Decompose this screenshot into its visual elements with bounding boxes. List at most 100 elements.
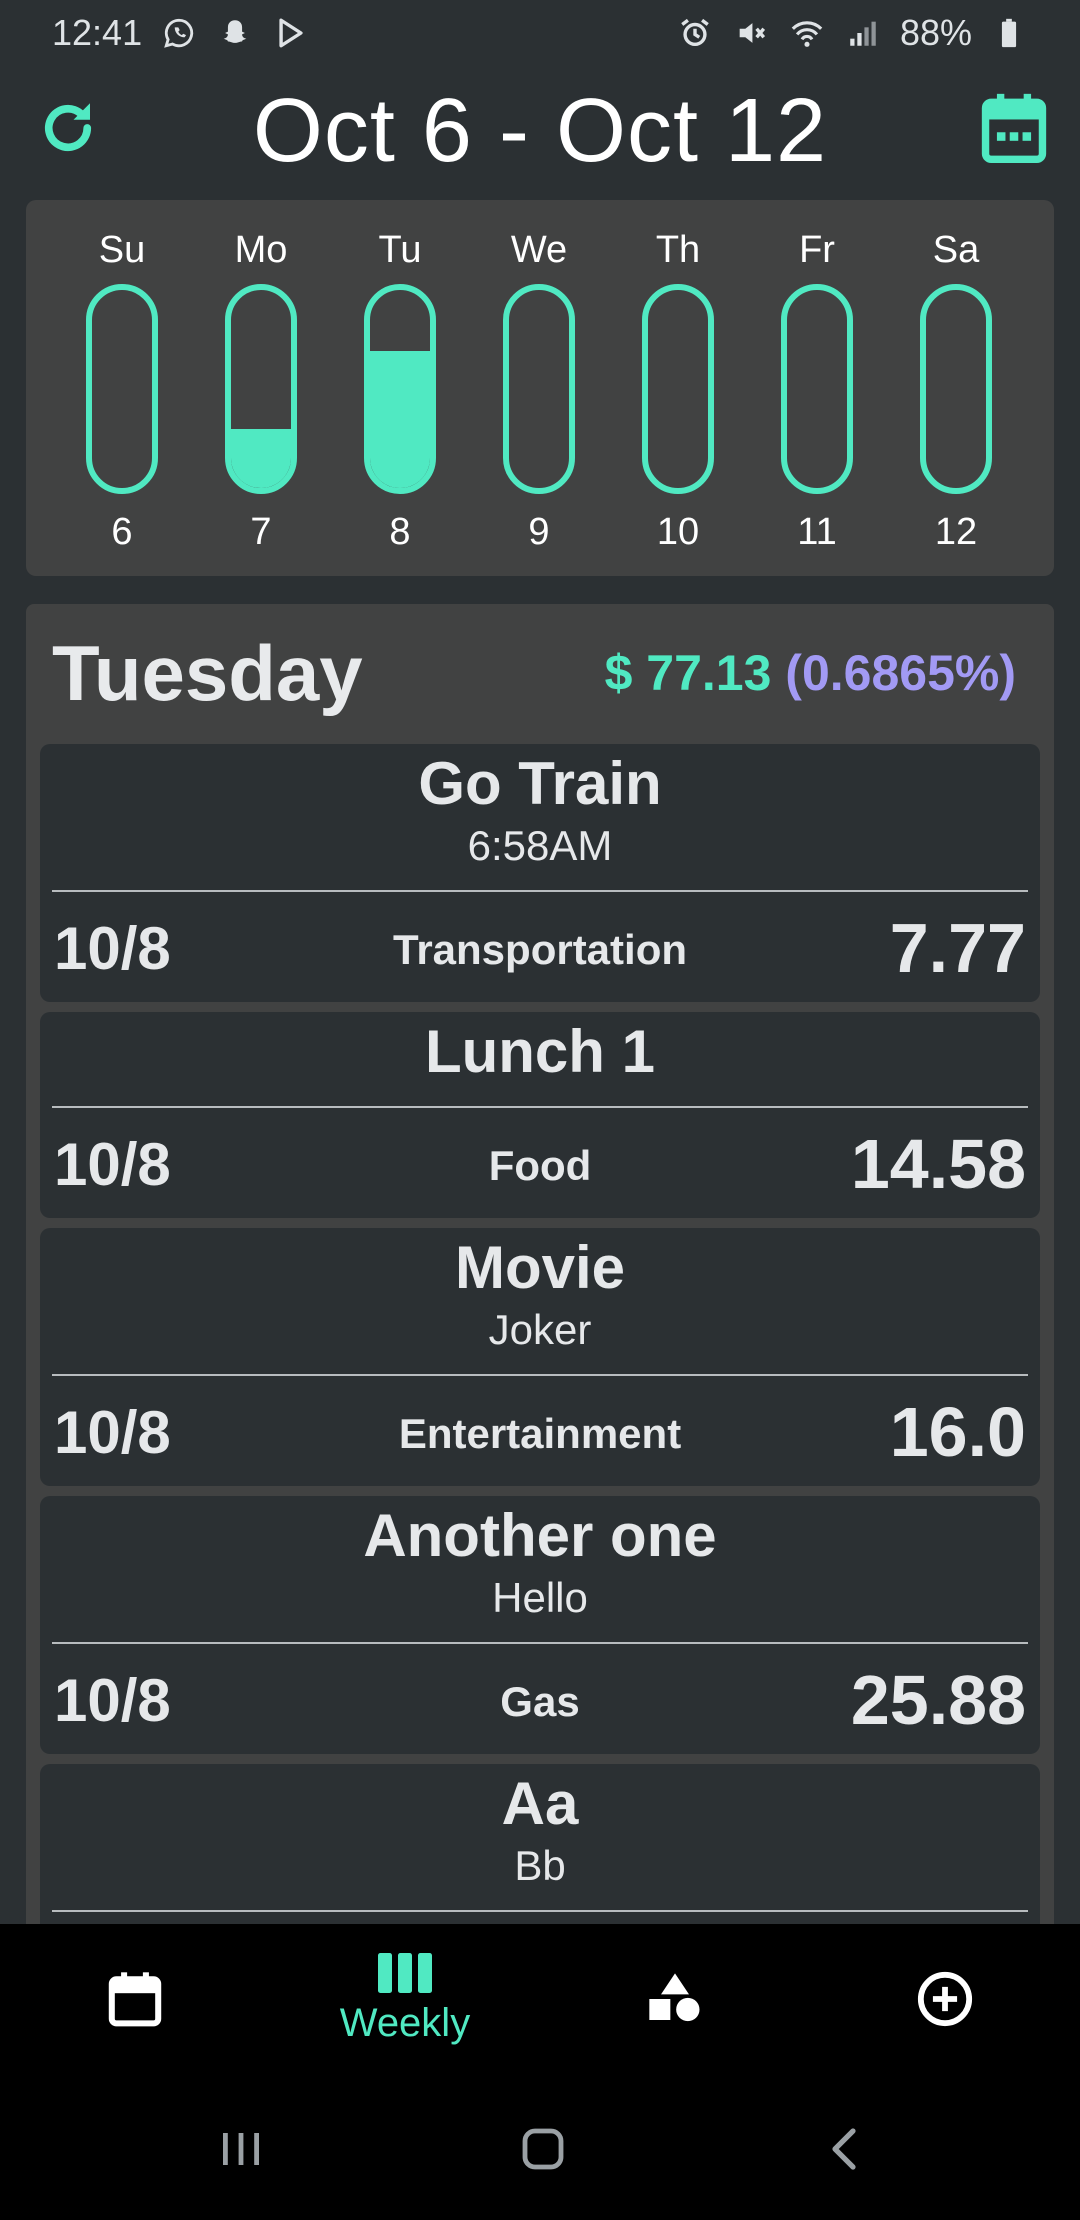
expense-item-header: Another one Hello — [40, 1496, 1040, 1624]
day-name: We — [510, 229, 568, 271]
day-total: $ 77.13 (0.6865%) — [605, 644, 1016, 702]
status-bar-right: 88% — [676, 12, 1028, 54]
battery-icon — [990, 14, 1028, 52]
alarm-icon — [676, 14, 714, 52]
screen: 12:41 88% Oct 6 - Oct 12 Su 6 Mo 7 Tu 8 … — [0, 0, 1080, 2220]
day-spend-pill — [503, 284, 575, 494]
expense-note: Joker — [488, 1306, 592, 1353]
day-number: 11 — [797, 511, 837, 553]
shapes-icon — [649, 1973, 700, 2022]
expense-amount: 14.58 — [850, 1125, 1026, 1203]
status-time: 12:41 — [52, 12, 143, 53]
expense-item[interactable]: Lunch 1 10/8 Food 14.58 — [40, 1012, 1040, 1218]
expense-item-footer: 10/8 Gas 25.88 — [40, 1644, 1040, 1754]
day-spend-pill — [642, 284, 714, 494]
day-spend-fill — [231, 428, 291, 488]
day-total-percent: (0.6865%) — [785, 645, 1016, 701]
expense-item-header: Aa Bb — [40, 1764, 1040, 1892]
day-name: Sa — [932, 229, 980, 271]
expense-amount: 7.77 — [889, 909, 1026, 987]
expense-item[interactable]: Aa Bb — [40, 1764, 1040, 1924]
status-bar-left: 12:41 — [52, 12, 310, 54]
expense-name: Another one — [363, 1502, 717, 1569]
home-button[interactable] — [498, 2114, 588, 2184]
day-column-we[interactable]: We 9 — [479, 226, 599, 556]
day-spend-pill — [920, 284, 992, 494]
day-name: Mo — [234, 229, 288, 271]
recent-apps-icon — [223, 2133, 259, 2165]
day-column-fr[interactable]: Fr 11 — [757, 226, 877, 556]
day-number: 7 — [250, 511, 272, 553]
day-name: Tu — [378, 229, 422, 271]
day-spend-pill — [364, 284, 436, 494]
day-spend-pill — [781, 284, 853, 494]
day-name: Th — [655, 229, 701, 271]
week-strip: Su 6 Mo 7 Tu 8 We 9 Th 10 Fr 11 Sa 12 — [26, 200, 1054, 576]
home-icon — [522, 2128, 564, 2170]
day-number: 9 — [528, 511, 550, 553]
battery-percent: 88% — [899, 12, 972, 53]
expense-item-header: Lunch 1 — [40, 1012, 1040, 1088]
refresh-button[interactable] — [30, 90, 106, 166]
add-circle-icon — [917, 1971, 973, 2027]
nav-item-weekly[interactable]: Weekly — [270, 1924, 540, 2074]
day-name: Fr — [799, 229, 835, 271]
day-title: Tuesday — [52, 629, 363, 717]
bottom-nav: Weekly — [0, 1924, 1080, 2074]
expense-item-footer — [40, 1912, 1040, 1924]
signal-icon — [844, 14, 882, 52]
day-column-tu[interactable]: Tu 8 — [340, 226, 460, 556]
header: Oct 6 - Oct 12 — [0, 70, 1080, 190]
calendar-button[interactable] — [976, 88, 1052, 168]
day-column-mo[interactable]: Mo 7 — [201, 226, 321, 556]
day-total-amount: $ 77.13 — [604, 645, 772, 701]
back-button[interactable] — [800, 2114, 890, 2184]
expense-note: Hello — [492, 1574, 588, 1621]
weekly-bars-icon — [378, 1952, 432, 1993]
nav-item-add[interactable] — [810, 1924, 1080, 2074]
day-column-sa[interactable]: Sa 12 — [896, 226, 1016, 556]
nav-item-calendar[interactable] — [0, 1924, 270, 2074]
expense-item[interactable]: Go Train 6:58AM 10/8 Transportation 7.77 — [40, 744, 1040, 1002]
expense-list: Go Train 6:58AM 10/8 Transportation 7.77… — [40, 744, 1040, 1924]
system-nav-bar — [0, 2074, 1080, 2220]
expense-item[interactable]: Movie Joker 10/8 Entertainment 16.0 — [40, 1228, 1040, 1486]
day-number: 8 — [389, 511, 411, 553]
expense-name: Lunch 1 — [424, 1018, 655, 1085]
expense-note: 6:58AM — [467, 822, 613, 869]
expense-item-header: Go Train 6:58AM — [40, 744, 1040, 872]
wifi-icon — [788, 14, 826, 52]
day-detail-header: Tuesday $ 77.13 (0.6865%) — [26, 604, 1054, 744]
nav-label-weekly: Weekly — [339, 2000, 471, 2045]
day-spend-pill — [225, 284, 297, 494]
mute-icon — [732, 14, 770, 52]
snapchat-icon — [216, 14, 254, 52]
expense-name: Aa — [501, 1770, 579, 1837]
day-spend-fill — [370, 351, 430, 488]
expense-name: Movie — [454, 1234, 626, 1301]
calendar-icon — [108, 1972, 162, 2027]
day-column-th[interactable]: Th 10 — [618, 226, 738, 556]
recent-apps-button[interactable] — [196, 2114, 286, 2184]
expense-amount: 25.88 — [850, 1661, 1026, 1739]
day-number: 6 — [111, 511, 133, 553]
expense-name: Go Train — [418, 750, 662, 817]
expense-item-footer: 10/8 Entertainment 16.0 — [40, 1376, 1040, 1486]
day-spend-pill — [86, 284, 158, 494]
refresh-icon — [44, 103, 92, 152]
expense-item[interactable]: Another one Hello 10/8 Gas 25.88 — [40, 1496, 1040, 1754]
day-number: 12 — [934, 511, 978, 553]
expense-amount: 16.0 — [889, 1393, 1026, 1471]
day-detail-panel: Tuesday $ 77.13 (0.6865%) Go Train 6:58A… — [26, 604, 1054, 1924]
day-column-su[interactable]: Su 6 — [62, 226, 182, 556]
expense-item-footer: 10/8 Food 14.58 — [40, 1108, 1040, 1218]
whatsapp-icon — [160, 14, 198, 52]
day-name: Su — [98, 229, 146, 271]
play-store-icon — [272, 14, 310, 52]
week-range-title: Oct 6 - Oct 12 — [252, 81, 828, 181]
expense-item-header: Movie Joker — [40, 1228, 1040, 1356]
nav-item-categories[interactable] — [540, 1924, 810, 2074]
expense-note: Bb — [514, 1842, 566, 1889]
calendar-icon — [981, 93, 1047, 164]
back-icon — [832, 2128, 856, 2170]
